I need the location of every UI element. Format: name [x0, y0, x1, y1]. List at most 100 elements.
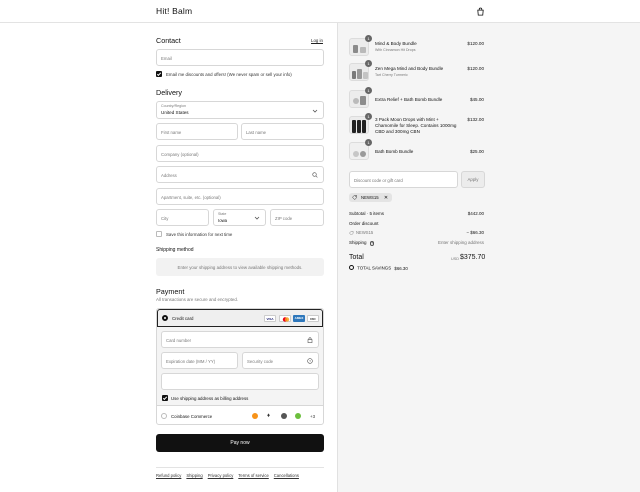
chevron-down-icon: [254, 216, 260, 220]
mastercard-icon: [279, 315, 291, 322]
cart-item: 1 Mind & Body Bundle With Cinnamon Hit D…: [349, 35, 484, 58]
quantity-badge: 1: [365, 60, 372, 67]
savings-label: TOTAL SAVINGS: [357, 265, 392, 271]
coinbase-radio[interactable]: [161, 413, 167, 419]
shipping-method-heading: Shipping method: [156, 247, 194, 253]
address-field[interactable]: Address: [156, 166, 324, 183]
total-label: Total: [349, 254, 364, 261]
item-price: $25.00: [469, 149, 484, 154]
save-info-label: Save this information for next time: [166, 232, 233, 237]
security-code-placeholder: Security code: [247, 359, 274, 364]
brand-logo[interactable]: Hit! Balm: [156, 6, 192, 16]
help-icon[interactable]: ?: [307, 358, 313, 364]
subtotal-label: Subtotal · 5 items: [349, 211, 385, 216]
item-variant: Tart Cherry Turmeric: [375, 73, 408, 77]
cart-item: 1 Extra Relief + Bath Bomb Bundle $45.00: [349, 87, 484, 110]
discover-icon: DISC: [307, 315, 319, 322]
remove-discount-icon[interactable]: ✕: [384, 195, 388, 201]
item-name: Bath Bomb Bundle: [375, 149, 414, 154]
city-placeholder: City: [161, 216, 169, 221]
credit-card-label: Credit card: [172, 315, 194, 321]
contact-heading: Contact: [156, 36, 181, 45]
coinbase-option[interactable]: Coinbase Commerce ♦ +3: [157, 405, 323, 424]
expiration-field[interactable]: Expiration date (MM / YY): [161, 352, 238, 369]
country-label: Country/Region: [161, 104, 186, 108]
last-name-field[interactable]: Last name: [241, 123, 324, 140]
svg-text:?: ?: [309, 359, 311, 363]
login-link[interactable]: Log in: [311, 38, 323, 43]
marketing-label: Email me discounts and offers! (We never…: [166, 71, 292, 77]
payment-subtitle: All transactions are secure and encrypte…: [156, 297, 239, 302]
item-variant: With Cinnamon Hit Drops: [375, 48, 416, 52]
shipping-link[interactable]: Shipping: [186, 473, 202, 478]
bitcoin-icon: [252, 413, 258, 419]
delivery-heading: Delivery: [156, 88, 182, 97]
save-info-checkbox[interactable]: [156, 231, 162, 237]
zip-field[interactable]: ZIP code: [270, 209, 324, 226]
privacy-policy-link[interactable]: Privacy policy: [208, 473, 234, 478]
credit-card-radio[interactable]: [162, 315, 168, 321]
savings-value: $66.30: [394, 265, 408, 271]
item-name: Zen Mega Mind and Body Bundle: [375, 66, 444, 71]
search-icon: [312, 172, 318, 178]
terms-link[interactable]: Terms of service: [238, 473, 268, 478]
footer-links: Refund policy Shipping Privacy policy Terms…: [156, 467, 324, 478]
state-value: Iowa: [218, 218, 228, 223]
refund-policy-link[interactable]: Refund policy: [156, 473, 181, 478]
state-label: State: [218, 212, 227, 216]
security-code-field[interactable]: Security code ?: [242, 352, 319, 369]
total-savings: TOTAL SAVINGS $66.30: [349, 265, 408, 271]
item-name: Mind & Body Bundle: [375, 41, 417, 46]
marketing-checkbox[interactable]: [156, 71, 162, 77]
billing-label: Use shipping address as billing address: [171, 395, 249, 401]
card-number-placeholder: Card number: [166, 338, 192, 343]
crypto-coin-icon: [281, 413, 287, 419]
currency-code: USD: [451, 257, 460, 261]
shopping-bag-icon[interactable]: [476, 7, 485, 16]
billing-checkbox[interactable]: [162, 395, 168, 401]
quantity-badge: 1: [365, 113, 372, 120]
email-field[interactable]: Email: [156, 49, 324, 66]
first-name-placeholder: First name: [161, 130, 182, 135]
item-price: $120.00: [467, 41, 484, 46]
cancellations-link[interactable]: Cancellations: [274, 473, 299, 478]
pay-now-button[interactable]: Pay now: [156, 434, 324, 452]
quantity-badge: 1: [365, 139, 372, 146]
coinbase-label: Coinbase Commerce: [171, 413, 213, 419]
country-select[interactable]: Country/Region United States: [156, 101, 324, 119]
apartment-placeholder: Apartment, suite, etc. (optional): [161, 195, 221, 200]
subtotal-value: $442.00: [467, 211, 484, 216]
visa-icon: VISA: [264, 315, 276, 322]
card-number-field[interactable]: Card number: [161, 331, 319, 348]
tag-icon: [349, 230, 354, 235]
shipping-methods-box: Enter your shipping address to view avai…: [156, 258, 324, 276]
quantity-badge: 1: [365, 35, 372, 42]
credit-card-form: Card number Expiration date (MM / YY) Se…: [157, 327, 323, 405]
credit-card-option[interactable]: Credit card VISA AMEX DISC: [157, 309, 323, 327]
item-name: 3 Pack Moon Drops with Mint + Chamomile …: [375, 117, 457, 134]
discount-code-field[interactable]: Discount code or gift card: [349, 171, 458, 188]
country-value: United States: [161, 110, 189, 115]
lock-icon: [307, 337, 313, 343]
email-placeholder: Email: [161, 56, 172, 61]
city-field[interactable]: City: [156, 209, 209, 226]
state-select[interactable]: State Iowa: [213, 209, 266, 226]
expiration-placeholder: Expiration date (MM / YY): [166, 359, 216, 364]
total-value: $375.70: [460, 254, 486, 261]
zip-placeholder: ZIP code: [275, 216, 293, 221]
apartment-field[interactable]: Apartment, suite, etc. (optional): [156, 188, 324, 205]
tag-icon: [352, 195, 357, 200]
subtotal-row: Subtotal · 5 items $442.00: [349, 211, 484, 216]
last-name-placeholder: Last name: [246, 130, 267, 135]
apply-discount-button[interactable]: Apply: [461, 171, 485, 188]
address-placeholder: Address: [161, 173, 177, 178]
first-name-field[interactable]: First name: [156, 123, 238, 140]
company-field[interactable]: Company (optional): [156, 145, 324, 162]
cart-item: 1 3 Pack Moon Drops with Mint + Chamomil…: [349, 113, 484, 138]
item-price: $120.00: [467, 66, 484, 71]
coinbase-more: +3: [310, 413, 316, 419]
info-icon[interactable]: ?: [369, 241, 375, 246]
company-placeholder: Company (optional): [161, 152, 199, 157]
item-name: Extra Relief + Bath Bomb Bundle: [375, 97, 443, 102]
name-on-card-field[interactable]: [161, 373, 319, 390]
